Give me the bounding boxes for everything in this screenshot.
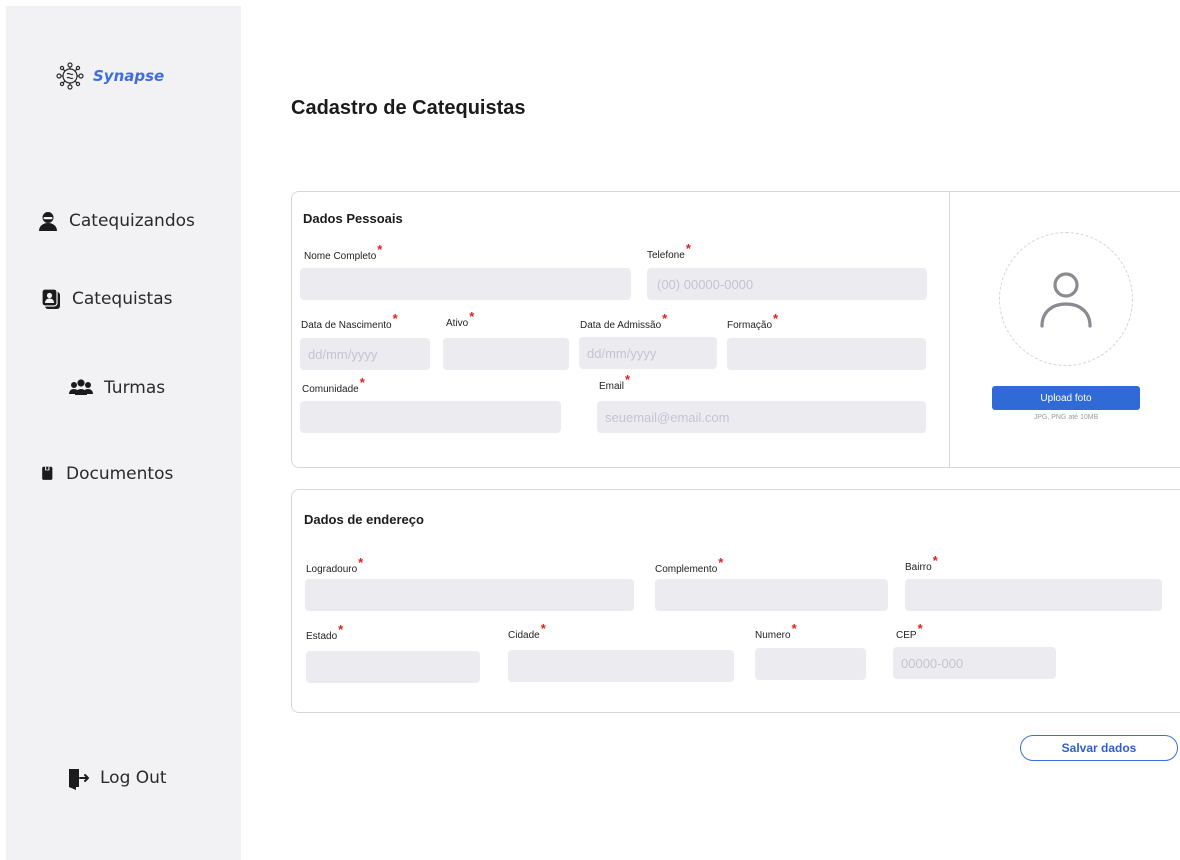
required-mark: * <box>718 555 724 570</box>
sidebar-item-label: Documentos <box>66 464 174 484</box>
photo-placeholder[interactable] <box>999 232 1133 366</box>
nascimento-input[interactable] <box>300 338 430 370</box>
sidebar-item-label: Catequistas <box>72 289 173 309</box>
document-icon <box>42 466 53 480</box>
brand-logo[interactable]: Synapse <box>55 61 164 91</box>
telefone-label: Telefone* <box>647 241 691 261</box>
nome-label: Nome Completo* <box>304 242 383 262</box>
comunidade-input[interactable] <box>300 401 561 433</box>
required-mark: * <box>392 311 398 326</box>
nascimento-label: Data de Nascimento* <box>301 311 398 331</box>
required-mark: * <box>932 553 938 568</box>
required-mark: * <box>773 311 779 326</box>
page-title: Cadastro de Catequistas <box>291 97 526 119</box>
estado-input[interactable] <box>306 651 480 683</box>
sidebar-item-catequizandos[interactable]: Catequizandos <box>37 210 195 232</box>
complemento-input[interactable] <box>655 579 888 611</box>
group-icon <box>69 379 93 395</box>
cidade-label: Cidade* <box>508 621 546 641</box>
required-mark: * <box>662 311 668 326</box>
required-mark: * <box>469 309 475 324</box>
upload-photo-button[interactable]: Upload foto <box>992 386 1140 410</box>
sidebar-item-turmas[interactable]: Turmas <box>68 377 165 399</box>
save-button[interactable]: Salvar dados <box>1020 735 1178 761</box>
sidebar-item-catequistas[interactable]: Catequistas <box>40 288 173 310</box>
contact-book-icon <box>41 288 60 309</box>
required-mark: * <box>358 555 364 570</box>
required-mark: * <box>685 241 691 256</box>
brand-name: Synapse <box>93 67 165 85</box>
required-mark: * <box>625 372 631 387</box>
photo-divider <box>949 192 950 467</box>
email-label: Email* <box>599 372 631 392</box>
upload-hint: JPG, PNG até 10MB <box>1033 414 1099 421</box>
logradouro-label: Logradouro* <box>306 555 364 575</box>
logout-button[interactable]: Log Out <box>66 766 167 790</box>
ativo-input[interactable] <box>443 338 569 370</box>
estado-label: Estado* <box>306 622 344 642</box>
admissao-input[interactable] <box>579 337 717 369</box>
avatar-icon <box>1040 272 1092 328</box>
email-input[interactable] <box>597 401 926 433</box>
formacao-label: Formação* <box>727 311 779 331</box>
bairro-input[interactable] <box>905 579 1162 611</box>
user-icon <box>39 212 57 231</box>
required-mark: * <box>338 622 344 637</box>
sidebar <box>6 6 241 860</box>
sidebar-item-label: Turmas <box>104 378 166 398</box>
bairro-label: Bairro* <box>905 553 938 573</box>
comunidade-label: Comunidade* <box>302 375 365 395</box>
sidebar-item-documentos[interactable]: Documentos <box>40 463 173 485</box>
address-section-title: Dados de endereço <box>304 512 424 527</box>
admissao-label: Data de Admissão* <box>580 311 668 331</box>
required-mark: * <box>359 375 365 390</box>
nome-input[interactable] <box>300 268 631 300</box>
required-mark: * <box>540 621 546 636</box>
required-mark: * <box>917 621 923 636</box>
numero-label: Numero* <box>755 621 797 641</box>
logout-label: Log Out <box>100 768 167 788</box>
cep-input[interactable] <box>893 647 1056 679</box>
required-mark: * <box>791 621 797 636</box>
ativo-label: Ativo* <box>446 309 475 329</box>
logout-icon <box>69 769 89 790</box>
logradouro-input[interactable] <box>305 579 634 611</box>
telefone-input[interactable] <box>647 268 927 300</box>
synapse-logo-icon <box>56 62 84 90</box>
sidebar-item-label: Catequizandos <box>69 211 195 231</box>
formacao-input[interactable] <box>727 338 926 370</box>
complemento-label: Complemento* <box>655 555 724 575</box>
personal-section-title: Dados Pessoais <box>303 211 403 226</box>
cep-label: CEP* <box>896 621 923 641</box>
cidade-input[interactable] <box>508 650 734 682</box>
numero-input[interactable] <box>755 648 866 680</box>
required-mark: * <box>377 242 383 257</box>
